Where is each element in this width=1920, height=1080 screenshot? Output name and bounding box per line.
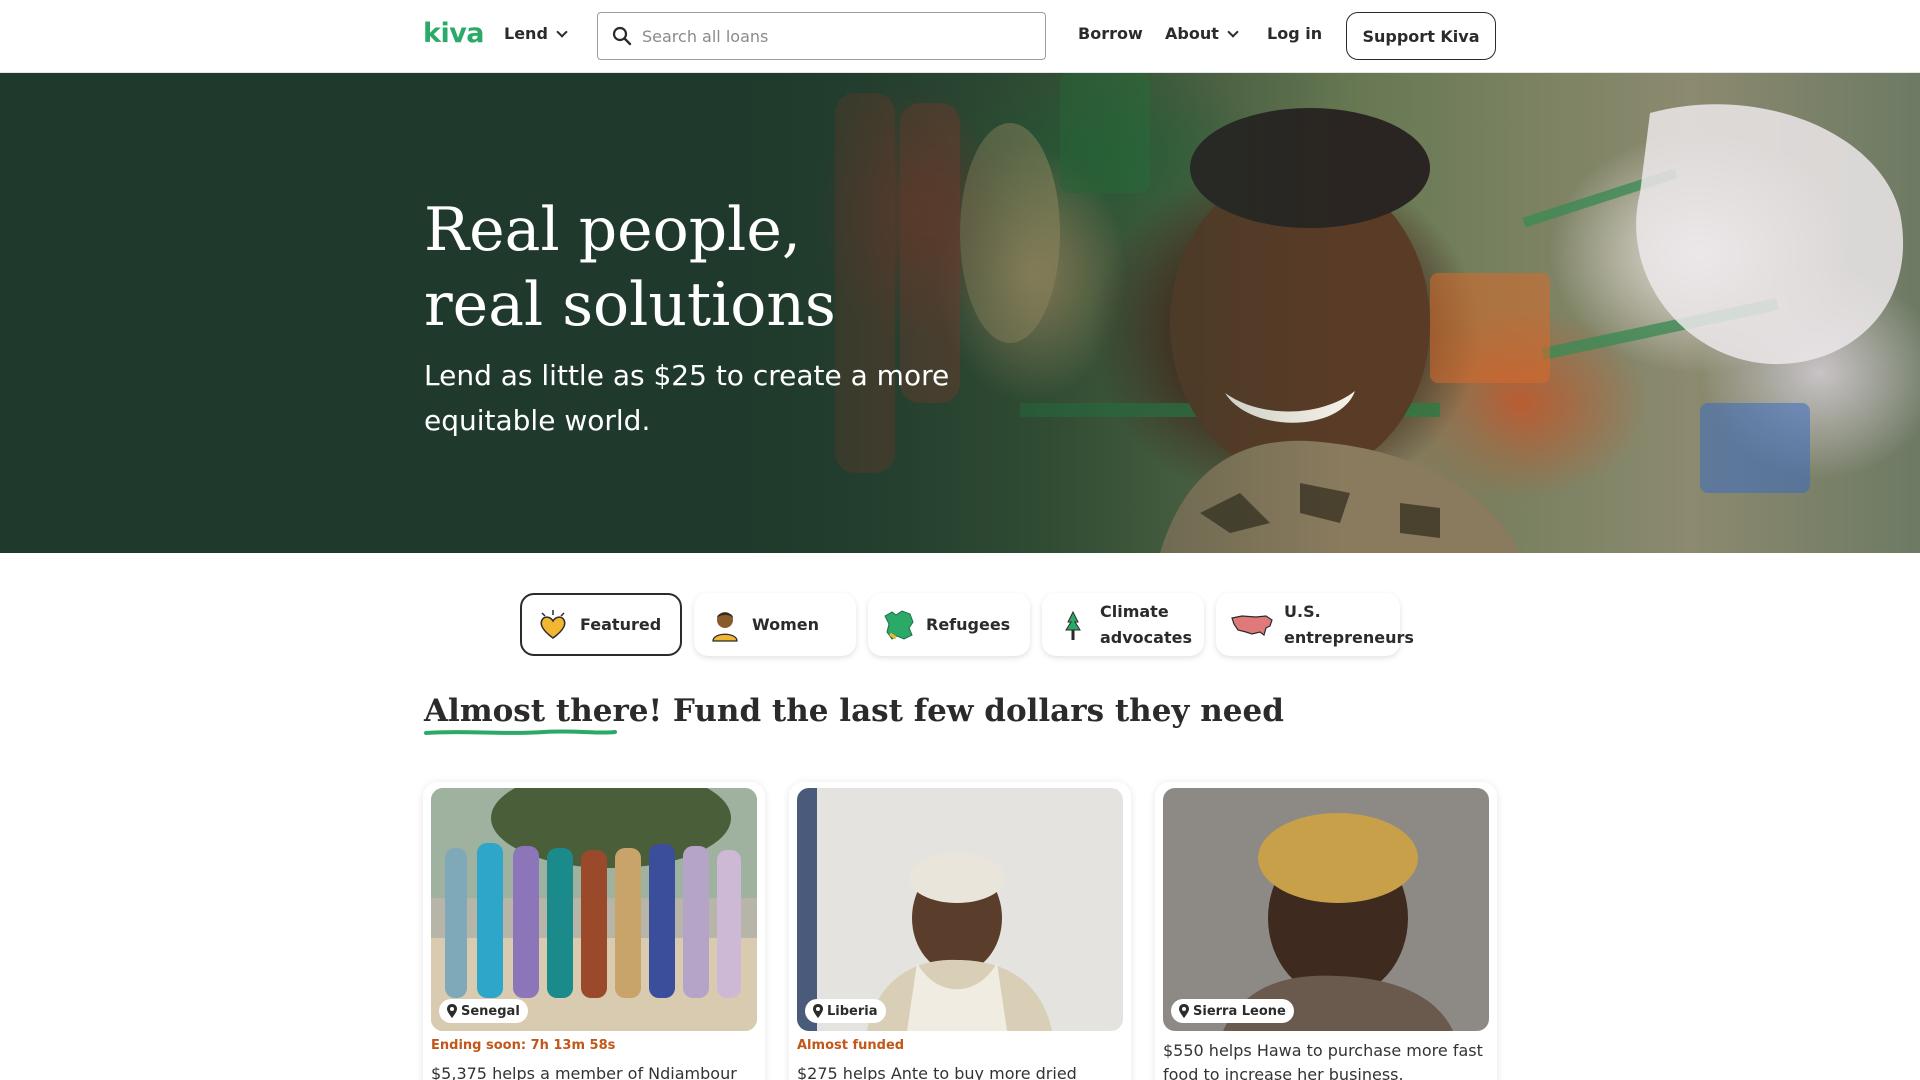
woman-icon (712, 611, 738, 642)
location-badge: Liberia (805, 999, 886, 1023)
search-box[interactable] (597, 12, 1046, 60)
map-pin-icon (813, 1004, 823, 1018)
hero-title: Real people, real solutions (424, 193, 1124, 343)
loan-card[interactable]: Sierra Leone $550 helps Hawa to purchase… (1155, 782, 1497, 1080)
chevron-down-icon (556, 25, 568, 38)
hero-title-line2: real solutions (424, 270, 836, 340)
location-label: Sierra Leone (1193, 1003, 1286, 1019)
section-heading-rest: Fund the last few dollars they need (662, 693, 1284, 729)
loan-photo: Sierra Leone (1163, 788, 1489, 1031)
loan-photo: Liberia (797, 788, 1123, 1031)
chevron-down-icon (1227, 25, 1239, 38)
loan-description-line2: food to increase her business. (1163, 1065, 1404, 1080)
location-badge: Sierra Leone (1171, 999, 1294, 1023)
kiva-logo[interactable]: kiva (423, 18, 485, 49)
hero-banner: Real people, real solutions Lend as litt… (0, 73, 1920, 553)
hero-subtitle: Lend as little as $25 to create a more e… (424, 353, 984, 443)
section-heading-highlight: Almost there! (424, 693, 663, 729)
tab-refugees[interactable]: Refugees (868, 593, 1030, 656)
tab-featured[interactable]: Featured (520, 593, 682, 656)
loan-photo: Senegal (431, 788, 757, 1031)
tab-featured-label: Featured (580, 614, 662, 634)
borrow-link[interactable]: Borrow (1078, 24, 1143, 43)
usa-map-icon (1231, 614, 1273, 636)
location-label: Senegal (461, 1003, 520, 1019)
loan-description: $275 helps Ante to buy more dried goods (797, 1064, 1077, 1080)
map-icon (884, 609, 914, 640)
lend-menu[interactable]: Lend (504, 24, 568, 43)
map-pin-icon (1179, 1004, 1189, 1018)
tree-icon (1065, 610, 1081, 640)
search-icon (612, 26, 632, 46)
hero-title-line1: Real people, (424, 195, 801, 265)
loan-description-line1: $550 helps Hawa to purchase more fast (1163, 1041, 1483, 1060)
search-input[interactable] (642, 26, 1022, 46)
loan-status: Ending soon: 7h 13m 58s (431, 1038, 616, 1053)
hero-subtitle-line2: equitable world. (424, 404, 651, 437)
loan-description: $550 helps Hawa to purchase more fast fo… (1163, 1039, 1489, 1080)
about-menu[interactable]: About (1165, 24, 1239, 43)
tab-climate-line1: Climate (1100, 601, 1169, 621)
category-tabs: Featured Women Refugees Climate advocate… (520, 593, 1414, 656)
hero-subtitle-line1: Lend as little as $25 to create a more (424, 359, 950, 392)
location-badge: Senegal (439, 999, 528, 1023)
tab-women-label: Women (752, 614, 819, 634)
tab-climate-line2: advocates (1100, 627, 1192, 647)
location-label: Liberia (827, 1003, 878, 1019)
login-label: Log in (1267, 24, 1323, 43)
tab-us-line2: entrepreneurs (1284, 627, 1414, 647)
loan-card[interactable]: Senegal Ending soon: 7h 13m 58s $5,375 h… (423, 782, 765, 1080)
loan-status: Almost funded (797, 1038, 905, 1053)
heart-icon (540, 609, 566, 639)
tab-us-line1: U.S. (1284, 601, 1321, 621)
about-label: About (1165, 24, 1219, 43)
login-link[interactable]: Log in (1267, 24, 1322, 43)
highlight-underline (424, 729, 617, 735)
tab-climate-advocates-label: Climate advocates (1100, 599, 1192, 651)
tab-us-entrepreneurs-label: U.S. entrepreneurs (1284, 599, 1414, 651)
tab-refugees-label: Refugees (926, 614, 1011, 634)
lend-label: Lend (504, 24, 548, 43)
borrow-label: Borrow (1078, 24, 1143, 43)
loan-description: $5,375 helps a member of Ndiambour (431, 1064, 737, 1080)
top-nav: kiva Lend Borrow About Log in Support Ki… (0, 0, 1920, 73)
map-pin-icon (447, 1004, 457, 1018)
section-heading: Almost there! Fund the last few dollars … (424, 693, 1284, 729)
tab-climate-advocates[interactable]: Climate advocates (1042, 593, 1204, 656)
tab-us-entrepreneurs[interactable]: U.S. entrepreneurs (1216, 593, 1414, 656)
support-kiva-button[interactable]: Support Kiva (1346, 12, 1496, 60)
loan-card[interactable]: Liberia Almost funded $275 helps Ante to… (789, 782, 1131, 1080)
tab-women[interactable]: Women (694, 593, 856, 656)
